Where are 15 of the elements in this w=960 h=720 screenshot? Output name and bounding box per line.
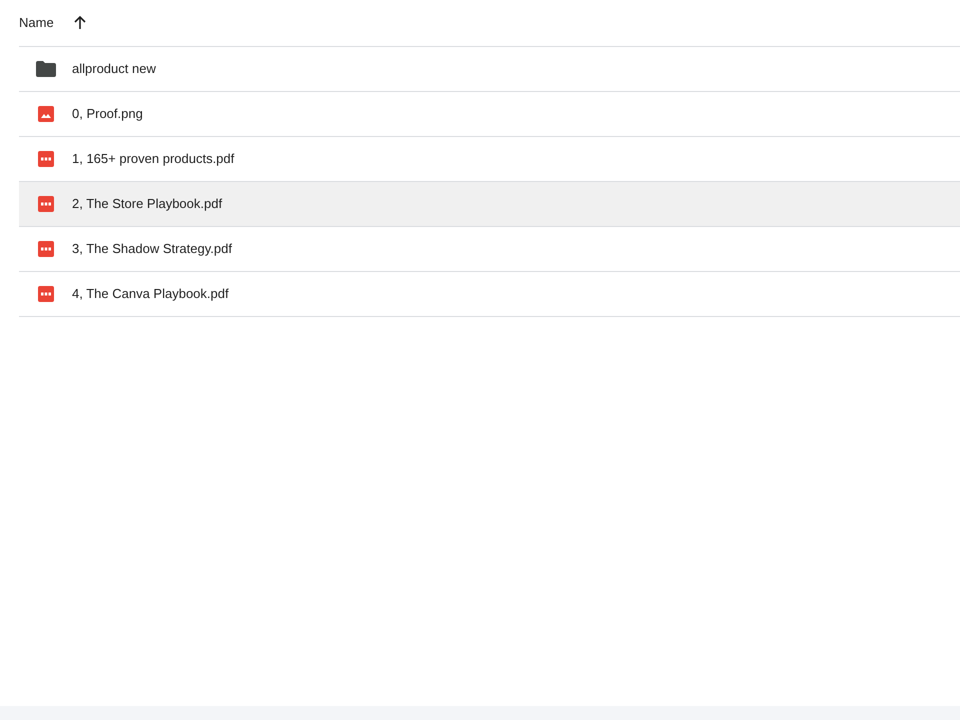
file-name: 3, The Shadow Strategy.pdf [72, 240, 232, 258]
file-name: allproduct new [72, 60, 156, 78]
pdf-file-icon [38, 241, 54, 257]
file-name: 1, 165+ proven products.pdf [72, 150, 234, 168]
pdf-file-icon [38, 196, 54, 212]
folder-icon [36, 61, 56, 77]
file-row[interactable]: 2, The Store Playbook.pdf [19, 182, 960, 227]
image-file-icon [38, 106, 54, 122]
name-column-header[interactable]: Name [19, 13, 54, 33]
file-name: 4, The Canva Playbook.pdf [72, 285, 229, 304]
pdf-file-icon [38, 286, 54, 302]
file-name: 2, The Store Playbook.pdf [72, 195, 222, 214]
pdf-file-icon [38, 151, 54, 167]
arrow-up-icon[interactable] [74, 16, 86, 30]
file-name: 0, Proof.png [72, 105, 143, 124]
